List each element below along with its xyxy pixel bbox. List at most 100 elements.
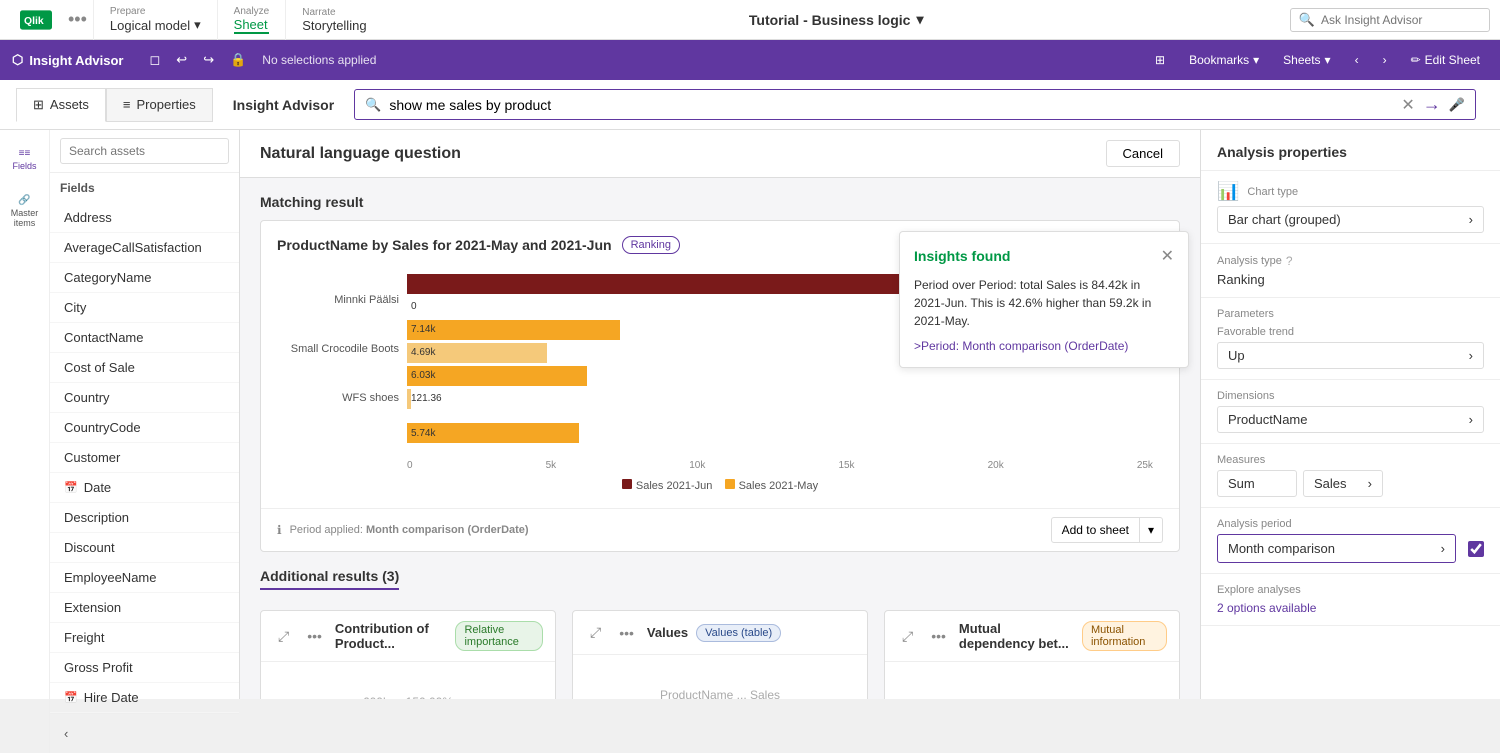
bar-label-2: WFS shoes [277, 375, 407, 421]
analysis-header: Natural language question Cancel [240, 130, 1200, 178]
tab-assets[interactable]: ⊞ Assets [16, 88, 106, 122]
chart-type-select[interactable]: Bar chart (grouped) › [1217, 206, 1484, 233]
mic-btn[interactable]: 🎤 [1449, 97, 1465, 113]
sidebar-item-contact[interactable]: ContactName [50, 323, 239, 353]
nav-narrate[interactable]: Narrate Storytelling [285, 0, 382, 40]
card-expand-btn-0[interactable]: ⤢ [273, 625, 294, 648]
sidebar-item-description[interactable]: Description [50, 503, 239, 533]
matching-result-label: Matching result [260, 194, 1180, 210]
card-expand-btn-1[interactable]: ⤢ [585, 621, 606, 644]
sidebar-item-hire-date[interactable]: 📅 Hire Date [50, 683, 239, 713]
add-sheet-arrow-btn[interactable]: ▾ [1140, 517, 1163, 543]
card-more-btn-2[interactable]: ••• [926, 625, 951, 647]
period-text: Period applied: Month comparison (OrderD… [290, 524, 529, 536]
main-chart-card: ProductName by Sales for 2021-May and 20… [260, 220, 1180, 552]
cancel-btn[interactable]: Cancel [1106, 140, 1180, 167]
sidebar-item-country[interactable]: Country [50, 383, 239, 413]
analysis-type-label: Analysis type ? [1217, 254, 1484, 268]
sidebar-content: Fields Address AverageCallSatisfaction C… [50, 130, 239, 753]
search-submit-btn[interactable]: → [1423, 94, 1441, 115]
nav-analyze[interactable]: Analyze Sheet [217, 0, 286, 40]
nav-analyze-label: Sheet [234, 17, 270, 34]
bar-row-3: 5.74k [407, 410, 1153, 456]
card-more-btn-0[interactable]: ••• [302, 625, 327, 647]
nav-more-btn[interactable]: ••• [62, 9, 93, 30]
analysis-period-checkbox[interactable] [1468, 541, 1484, 557]
card-badge-2: Mutual information [1082, 621, 1167, 651]
card-more-btn-1[interactable]: ••• [614, 622, 639, 644]
insights-close-btn[interactable]: ✕ [1161, 246, 1174, 266]
sidebar-item-discount[interactable]: Discount [50, 533, 239, 563]
card-expand-btn-2[interactable]: ⤢ [897, 625, 918, 648]
ranking-badge: Ranking [622, 236, 680, 254]
nav-narrate-sub: Narrate [302, 7, 366, 18]
additional-results-label: Additional results (3) [260, 568, 399, 590]
toolbar-back-btn[interactable]: ↩ [170, 48, 193, 72]
nav-ask-insight[interactable]: 🔍 [1290, 8, 1490, 32]
toolbar-selection-btn[interactable]: ◻ [144, 48, 167, 72]
favorable-trend-label: Favorable trend [1217, 326, 1484, 338]
toolbar-grid-btn[interactable]: ⊞ [1147, 49, 1173, 71]
sidebar-item-avg-call[interactable]: AverageCallSatisfaction [50, 233, 239, 263]
toolbar-prev-btn[interactable]: ‹ [1347, 49, 1367, 71]
sidebar-item-customer[interactable]: Customer [50, 443, 239, 473]
toolbar-actions: ◻ ↩ ↪ 🔒 [144, 48, 253, 72]
tabs: ⊞ Assets ≡ Properties [16, 88, 213, 122]
toolbar-brand: ⬡ Insight Advisor [12, 52, 124, 68]
favorable-trend-select[interactable]: Up › [1217, 342, 1484, 369]
toolbar-next-btn[interactable]: › [1375, 49, 1395, 71]
clear-search-btn[interactable]: ✕ [1401, 95, 1414, 115]
measures-sales-select[interactable]: Sales › [1303, 470, 1383, 497]
insights-panel: Insights found ✕ Period over Period: tot… [899, 231, 1189, 368]
result-cards: ⤢ ••• Contribution of Product... Relativ… [260, 610, 1180, 699]
sidebar-item-address[interactable]: Address [50, 203, 239, 233]
dimensions-select[interactable]: ProductName › [1217, 406, 1484, 433]
main-content: Natural language question Cancel Matchin… [240, 130, 1200, 699]
sidebar-master-items-btn[interactable]: 🔗 Master items [0, 187, 49, 236]
insights-header: Insights found ✕ [914, 246, 1174, 266]
toolbar-bookmarks-btn[interactable]: Bookmarks ▾ [1181, 49, 1267, 71]
result-card-body-2 [885, 662, 1179, 699]
sidebar-item-gross-profit[interactable]: Gross Profit [50, 653, 239, 683]
sidebar-item-date[interactable]: 📅 Date [50, 473, 239, 503]
explore-link[interactable]: 2 options available [1217, 601, 1316, 615]
sidebar-item-category[interactable]: CategoryName [50, 263, 239, 293]
sidebar-item-city[interactable]: City [50, 293, 239, 323]
sidebar-icons: ≡≡ Fields 🔗 Master items [0, 130, 50, 753]
chart-title: ProductName by Sales for 2021-May and 20… [277, 237, 612, 253]
analysis-type-info-icon[interactable]: ? [1286, 254, 1293, 268]
insights-link[interactable]: >Period: Month comparison (OrderDate) [914, 339, 1128, 353]
analysis-title: Natural language question [260, 145, 461, 163]
search-input-wrap[interactable]: 🔍 ✕ → 🎤 [354, 89, 1476, 120]
search-assets-input[interactable] [60, 138, 229, 164]
add-sheet-main-btn[interactable]: Add to sheet [1051, 517, 1140, 543]
toolbar-forward-btn[interactable]: ↪ [197, 48, 220, 72]
bar-label-0: Minnki Päälsi [277, 277, 407, 323]
sidebar-item-cost-of-sale[interactable]: Cost of Sale [50, 353, 239, 383]
sidebar-item-country-code[interactable]: CountryCode [50, 413, 239, 443]
analysis-period-select[interactable]: Month comparison › [1217, 534, 1456, 563]
result-card-body-0: 600k ... 150.00% [261, 662, 555, 699]
toolbar-lock-btn[interactable]: 🔒 [224, 48, 252, 72]
additional-results: Additional results (3) ⤢ ••• Contributio… [260, 568, 1180, 699]
sidebar-item-freight[interactable]: Freight [50, 623, 239, 653]
toolbar-edit-sheet-btn[interactable]: ✏ Edit Sheet [1403, 49, 1488, 71]
nav-prepare-label: Logical model ▾ [110, 17, 201, 33]
nav-search-input[interactable] [1321, 13, 1481, 27]
sidebar-fields-btn[interactable]: ≡≡ Fields [4, 140, 44, 179]
sidebar-collapse-btn[interactable]: ‹ [58, 722, 74, 745]
sidebar-item-employee-name[interactable]: EmployeeName [50, 563, 239, 593]
nav-prepare[interactable]: Prepare Logical model ▾ [93, 0, 217, 40]
result-card-body-1: ProductName ... Sales [573, 655, 867, 699]
nav-app-title[interactable]: Tutorial - Business logic ▾ [749, 11, 924, 28]
measures-sum-select[interactable]: Sum [1217, 470, 1297, 497]
toolbar-sheets-btn[interactable]: Sheets ▾ [1275, 49, 1338, 71]
tab-properties[interactable]: ≡ Properties [106, 88, 213, 122]
nav-narrate-label: Storytelling [302, 18, 366, 33]
search-input[interactable] [389, 97, 1393, 113]
bar-jun-3: 5.74k [407, 423, 579, 443]
left-sidebar: ≡≡ Fields 🔗 Master items Fields Address [0, 130, 240, 699]
nav-right: 🔍 [1290, 8, 1490, 32]
prop-section-analysis-period: Analysis period Month comparison › [1201, 508, 1500, 574]
sidebar-item-extension[interactable]: Extension [50, 593, 239, 623]
